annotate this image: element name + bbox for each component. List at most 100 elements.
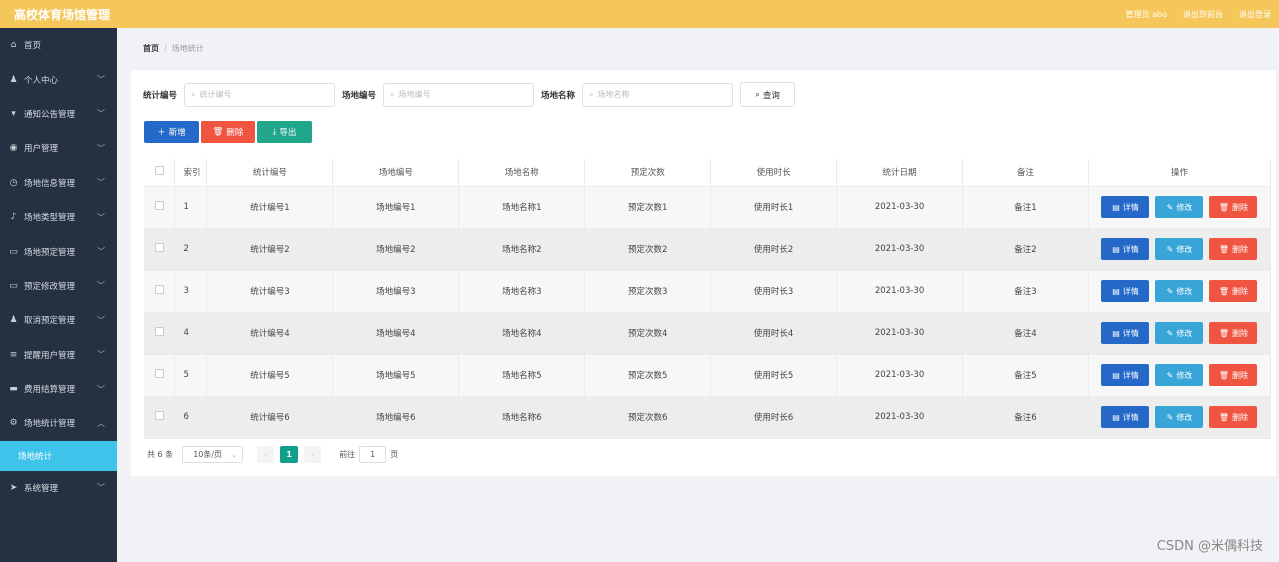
delete-button[interactable]: 🗑 删除 xyxy=(1209,280,1258,302)
detail-button[interactable]: ▤ 详情 xyxy=(1101,364,1150,386)
sidebar-item-system[interactable]: ➤ 系统管理 ﹀ xyxy=(0,471,117,505)
add-button[interactable]: ＋新增 xyxy=(144,121,199,143)
sidebar-item-label: 场地信息管理 xyxy=(24,178,76,189)
page-size-select[interactable]: 10条/页 ⌄ xyxy=(182,446,244,463)
sidebar-item-8[interactable]: ♟ 取消预定管理 ﹀ xyxy=(0,303,117,337)
mic-icon: ♪ xyxy=(10,212,17,223)
sidebar-item-9[interactable]: ≡ 提醒用户管理 ﹀ xyxy=(0,338,117,372)
goto-prefix: 前往 xyxy=(339,450,356,459)
sidebar-item-4[interactable]: ◷ 场地信息管理 ﹀ xyxy=(0,166,117,200)
chevron-down-icon: ﹀ xyxy=(97,109,105,119)
sidebar-item-0[interactable]: ⌂ 首页 xyxy=(0,28,117,62)
row-checkbox[interactable] xyxy=(154,369,164,378)
sidebar-item-6[interactable]: ▭ 场地预定管理 ﹀ xyxy=(0,234,117,268)
delete-button[interactable]: 🗑 删除 xyxy=(1209,406,1258,428)
export-button[interactable]: ⤓ 导出 xyxy=(257,121,312,143)
sidebar-item-label: 场地类型管理 xyxy=(24,213,76,224)
detail-button[interactable]: ▤ 详情 xyxy=(1101,280,1150,302)
edit-button[interactable]: ✎ 修改 xyxy=(1155,238,1204,260)
venue-no-placeholder: 场地编号 xyxy=(398,90,431,99)
row-select-cell xyxy=(144,228,176,271)
pencil-icon: ✎ xyxy=(1166,412,1174,422)
sidebar-item-3[interactable]: ◉ 用户管理 ﹀ xyxy=(0,131,117,165)
row-checkbox[interactable] xyxy=(154,411,164,420)
sidebar-subitem-active[interactable]: 场地统计 xyxy=(0,440,117,471)
sidebar-item-label: 首页 xyxy=(24,41,42,52)
chevron-down-icon: ﹀ xyxy=(97,247,105,257)
delete-button[interactable]: 🗑 删除 xyxy=(1209,196,1258,218)
edit-button[interactable]: ✎ 修改 xyxy=(1155,406,1204,428)
prev-page-button[interactable]: ‹ xyxy=(257,446,275,463)
cell-operations: ▤ 详情 ✎ 修改 🗑 删除 xyxy=(1088,186,1272,229)
cell-venue-no: 场地编号5 xyxy=(332,354,460,397)
sidebar-item-2[interactable]: ▾ 通知公告管理 ﹀ xyxy=(0,97,117,131)
cell-index: 1 xyxy=(174,186,208,229)
sidebar-item-7[interactable]: ▭ 预定修改管理 ﹀ xyxy=(0,269,117,303)
cell-index: 5 xyxy=(174,354,208,397)
chevron-down-icon: ﹀ xyxy=(97,178,105,188)
goto-suffix: 页 xyxy=(390,450,399,459)
sidebar-item-label: 取消预定管理 xyxy=(24,316,76,327)
delete-button[interactable]: 🗑 删除 xyxy=(1209,364,1258,386)
cell-stat-date: 2021-03-30 xyxy=(836,228,964,271)
top-header: 高校体育场馆管理 管理员 abo 退出到前台 退出登录 xyxy=(0,0,1279,28)
cell-venue-name: 场地名称5 xyxy=(458,354,586,397)
chevron-down-icon: ﹀ xyxy=(97,281,105,291)
page-number-current[interactable]: 1 xyxy=(280,446,299,463)
batch-delete-button[interactable]: 🗑 删除 xyxy=(201,121,255,143)
search-bar: 统计编号 ⌕ 统计编号 场地编号 ⌕ 场地编号 场地名称 ⌕ 场地名称 ⌕ 查询 xyxy=(143,82,796,107)
detail-button[interactable]: ▤ 详情 xyxy=(1101,406,1150,428)
user-icon: ♟ xyxy=(9,74,18,85)
venue-name-input[interactable]: ⌕ 场地名称 xyxy=(582,82,734,107)
stat-no-placeholder: 统计编号 xyxy=(199,90,232,99)
header-right: 管理员 abo 退出到前台 退出登录 xyxy=(1126,9,1271,20)
detail-button[interactable]: ▤ 详情 xyxy=(1101,322,1150,344)
row-checkbox[interactable] xyxy=(154,201,164,210)
page-size-value: 10条/页 xyxy=(193,450,223,459)
delete-button-label: 删除 xyxy=(1232,328,1249,338)
back-to-front-link[interactable]: 退出到前台 xyxy=(1183,9,1223,20)
logout-link[interactable]: 退出登录 xyxy=(1239,9,1271,20)
detail-button[interactable]: ▤ 详情 xyxy=(1101,196,1150,218)
search-icon: ⌕ xyxy=(191,89,196,99)
detail-button[interactable]: ▤ 详情 xyxy=(1101,238,1150,260)
sidebar-item-5[interactable]: ♪ 场地类型管理 ﹀ xyxy=(0,200,117,234)
edit-button[interactable]: ✎ 修改 xyxy=(1155,196,1204,218)
chevron-down-icon: ﹀ xyxy=(97,350,105,360)
delete-button[interactable]: 🗑 删除 xyxy=(1209,238,1258,260)
stat-no-input[interactable]: ⌕ 统计编号 xyxy=(184,82,336,107)
goto-page-input[interactable]: 1 xyxy=(359,446,387,463)
sidebar: ⌂ 首页 ♟ 个人中心 ﹀ ▾ 通知公告管理 ﹀ ◉ 用户管理 ﹀ ◷ 场地信息管理 ﹀ ♪ 场地类型管理 ﹀ ▭… xyxy=(0,28,117,562)
query-button[interactable]: ⌕ 查询 xyxy=(740,82,796,107)
stats-table: 索引 统计编号 场地编号 场地名称 预定次数 使用时长 统计日期 备注 操作 1… xyxy=(144,159,1272,439)
card-icon: ▭ xyxy=(9,246,18,257)
cell-booking-count: 预定次数6 xyxy=(584,396,712,439)
sidebar-item-11[interactable]: ⚙ 场地统计管理 ︿ xyxy=(0,406,117,440)
breadcrumb-home[interactable]: 首页 xyxy=(143,44,159,53)
row-checkbox[interactable] xyxy=(154,243,164,252)
query-button-label: 查询 xyxy=(762,90,780,101)
sidebar-item-1[interactable]: ♟ 个人中心 ﹀ xyxy=(0,62,117,96)
cell-usage-time: 使用时长3 xyxy=(710,270,838,313)
add-button-label: 新增 xyxy=(168,128,186,138)
edit-button[interactable]: ✎ 修改 xyxy=(1155,364,1204,386)
cell-remark: 备注4 xyxy=(962,312,1089,355)
message-icon: ▬ xyxy=(9,384,18,395)
location-icon: ◉ xyxy=(9,143,18,154)
detail-button-label: 详情 xyxy=(1122,286,1139,296)
col-header-operations: 操作 xyxy=(1088,159,1272,187)
cell-usage-time: 使用时长2 xyxy=(710,228,838,271)
row-checkbox[interactable] xyxy=(154,285,164,294)
edit-button[interactable]: ✎ 修改 xyxy=(1155,322,1204,344)
chevron-down-icon: ﹀ xyxy=(97,483,105,493)
edit-button[interactable]: ✎ 修改 xyxy=(1155,280,1204,302)
venue-no-input[interactable]: ⌕ 场地编号 xyxy=(383,82,535,107)
next-page-button[interactable]: › xyxy=(304,446,322,463)
delete-button[interactable]: 🗑 删除 xyxy=(1209,322,1258,344)
search-label-venue-name: 场地名称 xyxy=(541,90,576,101)
sidebar-item-10[interactable]: ▬ 费用结算管理 ﹀ xyxy=(0,372,117,406)
col-header-usage-time: 使用时长 xyxy=(710,159,838,187)
select-all-checkbox[interactable] xyxy=(154,166,164,176)
table-row: 4 统计编号4 场地编号4 场地名称4 预定次数4 使用时长4 2021-03-30 备注4 ▤… xyxy=(144,312,1272,355)
row-checkbox[interactable] xyxy=(154,327,164,336)
